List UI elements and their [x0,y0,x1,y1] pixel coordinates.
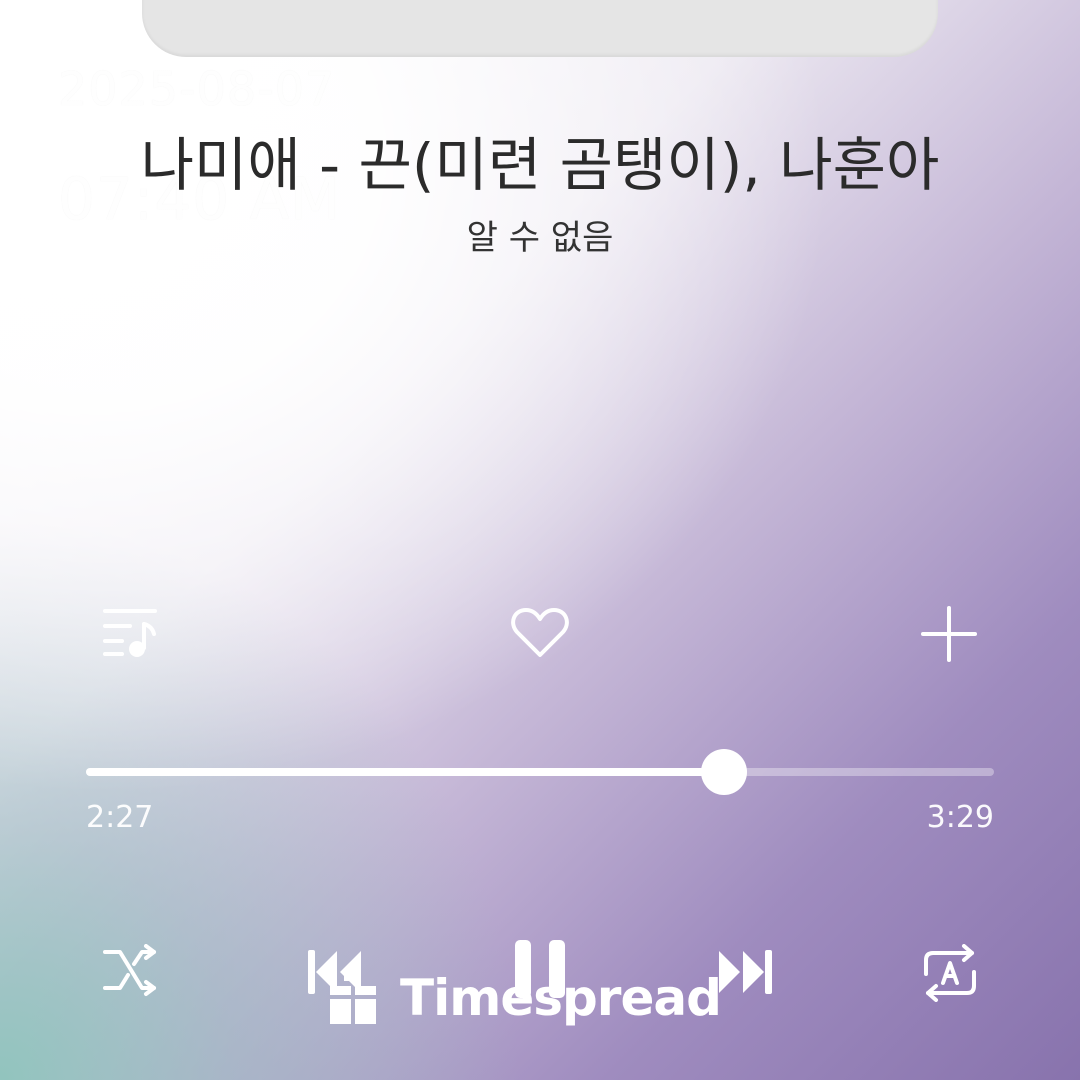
song-artist: 알 수 없음 [466,218,614,258]
progress-thumb[interactable] [701,749,748,795]
skip-next-icon[interactable] [718,948,774,996]
total-time: 3:29 [926,800,994,835]
progress-fill [86,768,725,776]
overlay-date: 2025-08-07 [58,62,336,116]
camera-notch [142,0,938,57]
song-title: 나미애 - 끈(미련 곰탱이), 나훈아 [140,131,940,199]
elapsed-time: 2:27 [86,800,154,835]
timespread-logo-icon [330,972,376,1024]
heart-outline-icon[interactable] [510,606,570,660]
progress-slider[interactable] [86,749,994,795]
shuffle-icon[interactable] [102,944,160,1000]
repeat-a-icon[interactable] [920,944,980,1002]
timespread-watermark: Timespread [330,968,722,1028]
watermark-text: Timespread [400,969,722,1027]
plus-icon[interactable] [920,605,978,663]
music-queue-icon[interactable] [100,604,160,660]
